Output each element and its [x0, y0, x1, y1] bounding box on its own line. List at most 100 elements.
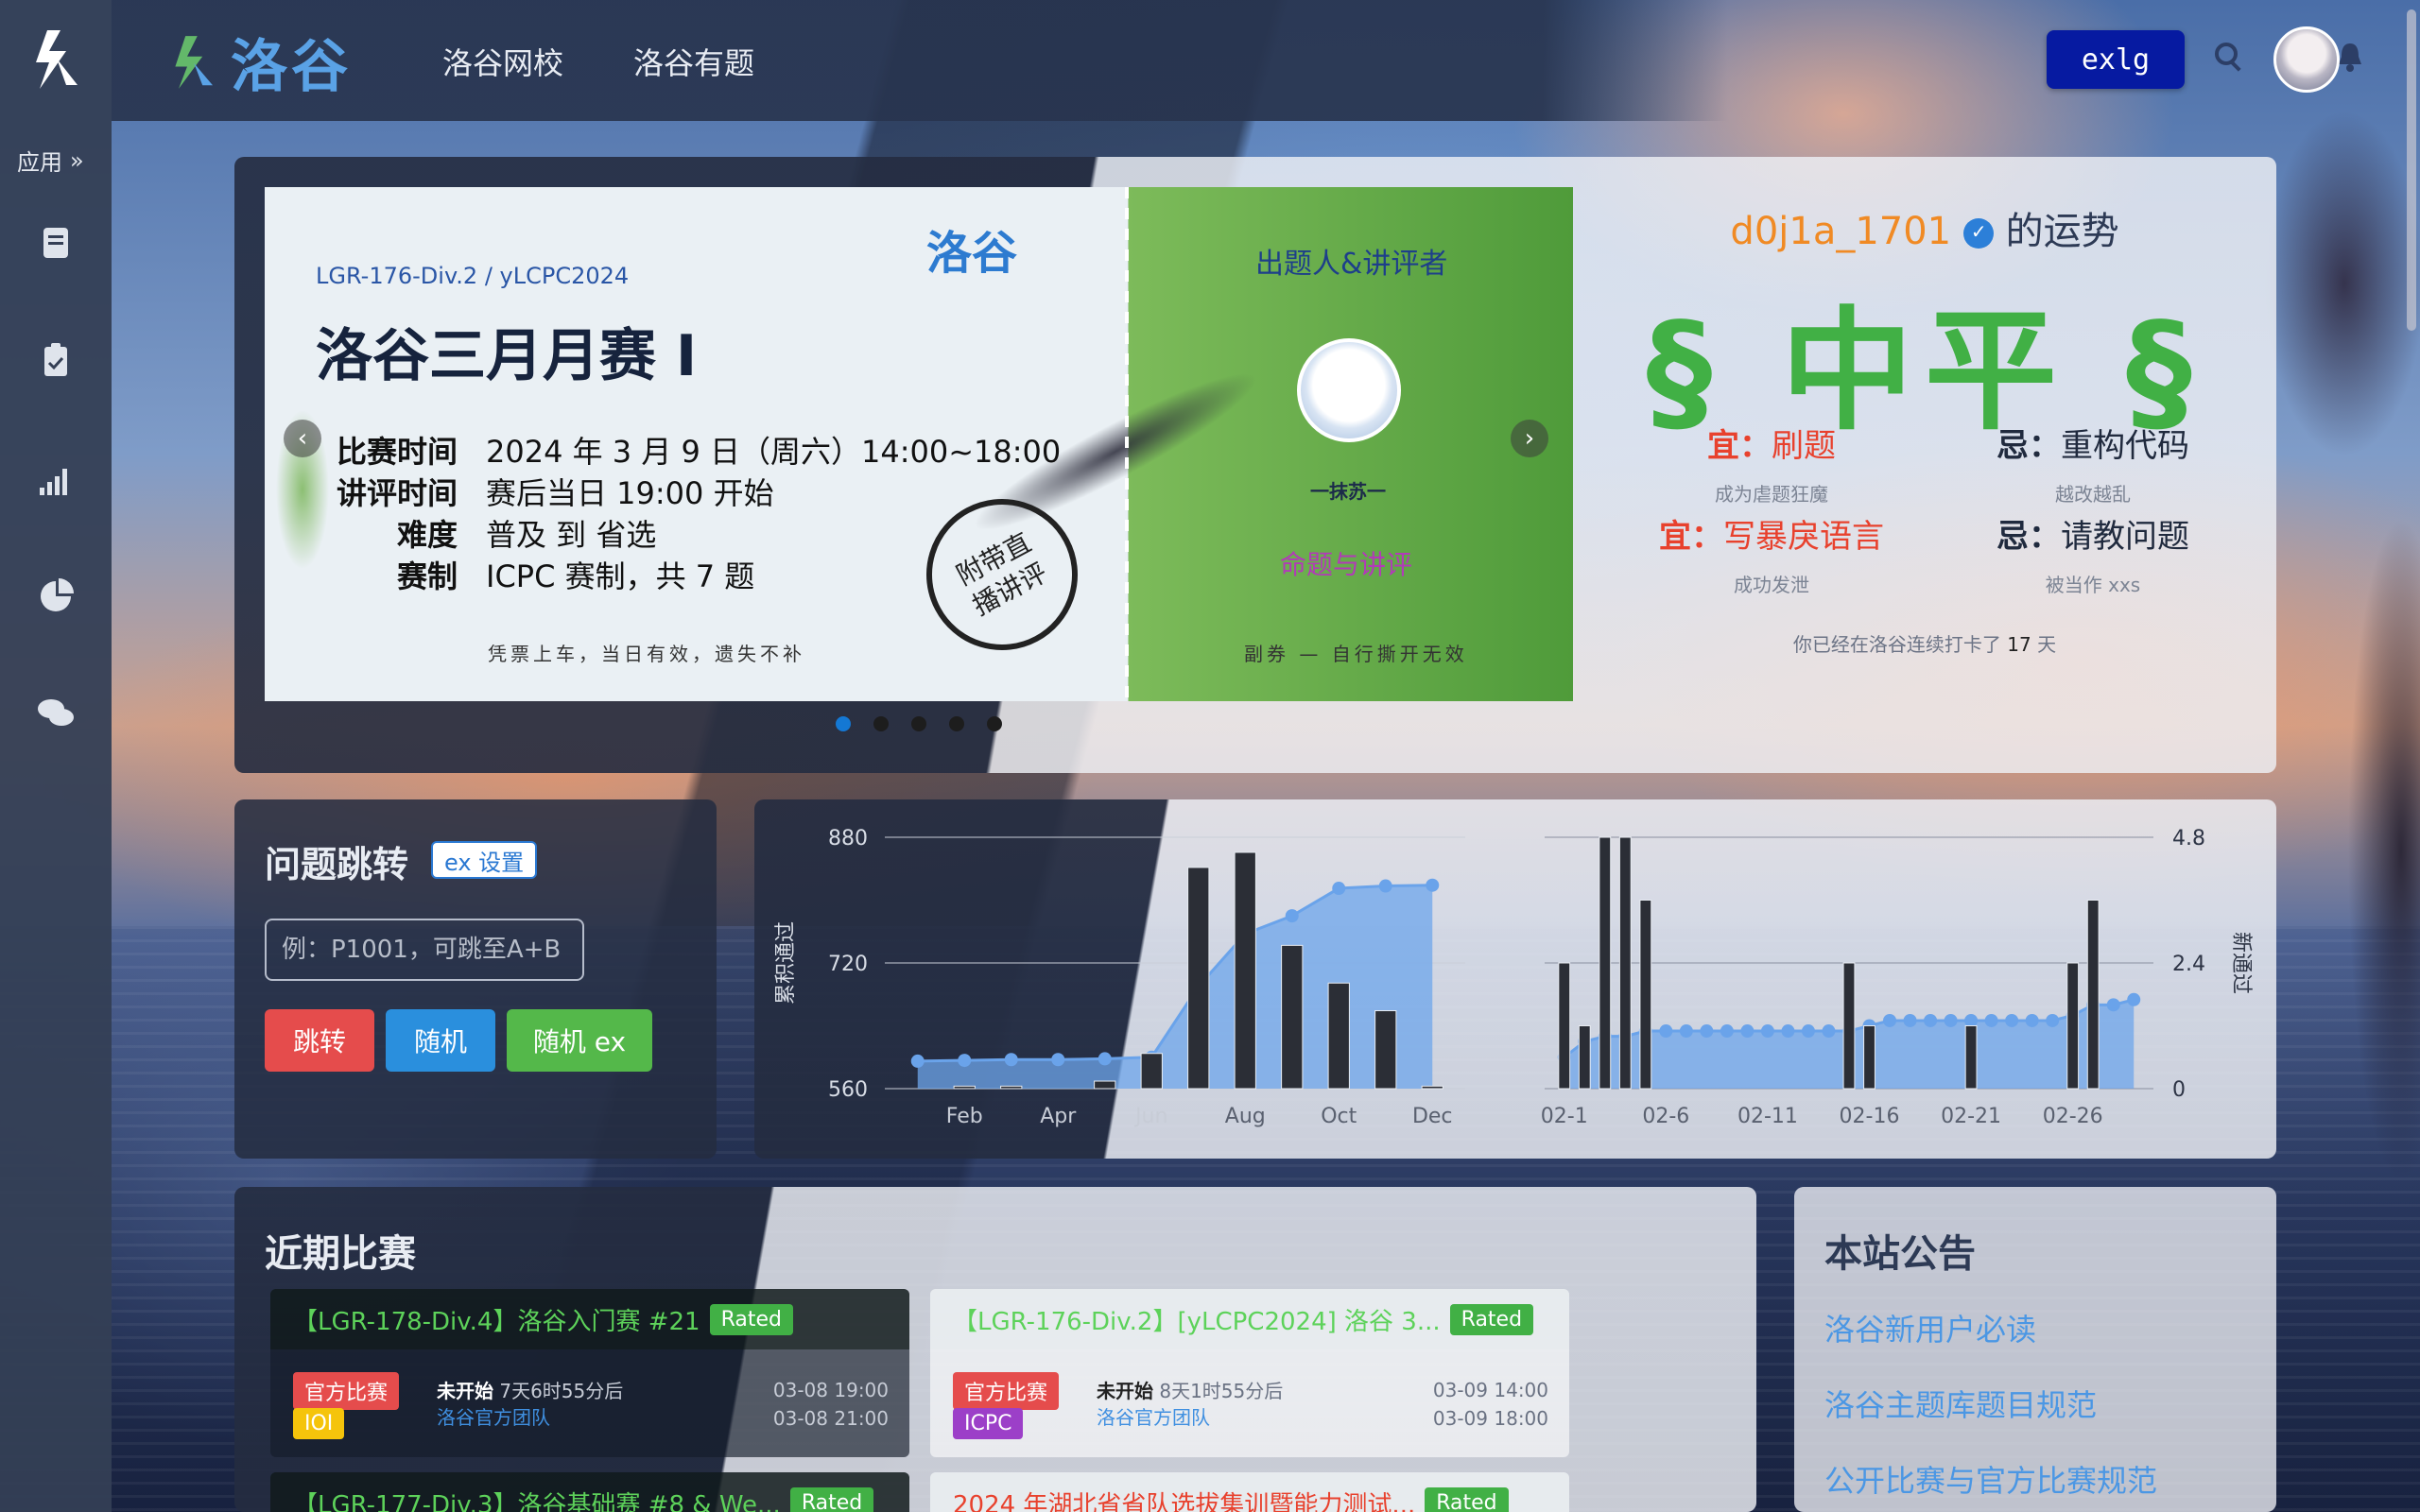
chart-area-point — [1740, 1024, 1754, 1039]
contest-item[interactable]: 2024 年湖北省省队选拔集训暨能力测试... Rated — [930, 1472, 1569, 1512]
chart-area-point — [1883, 1013, 1897, 1027]
countdown: 7天6时55分后 — [499, 1380, 624, 1402]
carousel-dot[interactable] — [836, 716, 851, 731]
chart-area-point — [958, 1054, 972, 1068]
chart-area-point — [2046, 1013, 2060, 1027]
contest-item[interactable]: 【LGR-178-Div.4】洛谷入门赛 #21 Rated 官方比赛 IOI … — [270, 1289, 909, 1457]
chart-area-point — [1051, 1053, 1065, 1067]
contest-title[interactable]: 2024 年湖北省省队选拔集训暨能力测试... Rated — [930, 1472, 1569, 1512]
exlg-button[interactable]: exlg — [2047, 30, 2185, 89]
random-ex-button[interactable]: 随机 ex — [507, 1009, 652, 1072]
announcements-card: 本站公告 洛谷新用户必读 洛谷主题库题目规范 公开比赛与官方比赛规范 — [1794, 1187, 2276, 1512]
carousel-prev-arrow-icon[interactable]: ‹ — [284, 420, 321, 457]
search-icon[interactable] — [2212, 40, 2246, 74]
chart-area-point — [1984, 1013, 1998, 1027]
chart-bar — [1421, 1085, 1443, 1090]
organizer-link[interactable]: 洛谷官方团队 — [1097, 1402, 1210, 1430]
rated-badge: Rated — [1425, 1486, 1509, 1512]
official-tag: 官方比赛 — [293, 1372, 400, 1410]
streak-days: 17 — [2007, 633, 2031, 656]
chart-bar — [1327, 982, 1350, 1090]
signal-bars-icon[interactable] — [36, 459, 76, 499]
announcement-link[interactable]: 公开比赛与官方比赛规范 — [1824, 1457, 2157, 1501]
nav-luogu-school[interactable]: 洛谷网校 — [442, 40, 563, 83]
chart-bar — [1558, 962, 1571, 1090]
jump-button[interactable]: 跳转 — [265, 1009, 374, 1072]
chart-x-tick-label: Feb — [946, 1105, 983, 1128]
comments-icon[interactable] — [36, 694, 76, 733]
fortune-value: 请教问题 — [2061, 518, 2189, 556]
carousel-dots — [836, 716, 1002, 731]
announce-title: 本站公告 — [1824, 1232, 1976, 1276]
contest-item[interactable]: 【LGR-177-Div.3】洛谷基础赛 #8 & We... Rated — [270, 1472, 909, 1512]
chart-bar — [1234, 851, 1256, 1090]
fortune-key: 宜： — [1707, 427, 1772, 465]
chart-bar — [1578, 1025, 1591, 1090]
author-caption: 命题与讲评 — [1280, 549, 1413, 580]
carousel-dot[interactable] — [987, 716, 1002, 731]
luogu-logo-icon[interactable] — [28, 26, 83, 93]
row-label: 比赛时间 — [336, 434, 458, 470]
contests-title: 近期比赛 — [265, 1232, 416, 1276]
carousel-dot[interactable] — [873, 716, 889, 731]
contest-title[interactable]: 【LGR-178-Div.4】洛谷入门赛 #21 Rated — [270, 1289, 909, 1349]
problem-jump-card: 问题跳转 ex 设置 跳转 随机 随机 ex — [234, 799, 717, 1159]
chart-area-point — [1378, 879, 1392, 893]
official-tag: 官方比赛 — [953, 1372, 1060, 1410]
contest-name: 【LGR-176-Div.2】[yLCPC2024] 洛谷 3... — [953, 1307, 1441, 1336]
carousel-next-arrow-icon[interactable]: › — [1511, 420, 1548, 457]
clipboard-icon[interactable] — [36, 340, 76, 380]
contest-item[interactable]: 【LGR-176-Div.2】[yLCPC2024] 洛谷 3... Rated… — [930, 1289, 1569, 1457]
organizer-link[interactable]: 洛谷官方团队 — [437, 1402, 550, 1430]
chart-x-tick-label: 02-6 — [1642, 1105, 1689, 1128]
apps-menu-toggle[interactable]: 应用 » — [17, 144, 84, 177]
chart-x-tick-label: Dec — [1412, 1105, 1453, 1128]
contest-title[interactable]: 【LGR-177-Div.3】洛谷基础赛 #8 & We... Rated — [270, 1472, 909, 1512]
announcement-link[interactable]: 洛谷主题库题目规范 — [1824, 1382, 2097, 1425]
announcement-link[interactable]: 洛谷新用户必读 — [1824, 1306, 2036, 1349]
problem-id-input[interactable] — [265, 919, 584, 981]
practice-charts-card: 560 720 880 Feb Apr Jun Aug Oct Dec 累积通过 0 2.4 4.8 02… — [754, 799, 2276, 1159]
chart-bar — [1000, 1085, 1023, 1090]
double-chevron-right-icon: » — [70, 146, 84, 174]
jump-title: 问题跳转 — [265, 844, 409, 885]
chart-y-tick-label: 2.4 — [2172, 953, 2205, 976]
random-button[interactable]: 随机 — [386, 1009, 495, 1072]
fortune-item: 宜：写暴戾语言 成功发泄 — [1630, 510, 1913, 601]
contest-banner[interactable]: LGR-176-Div.2 / yLCPC2024 洛谷三月月赛 I 比赛时间 2… — [265, 187, 1573, 701]
ex-settings-tag[interactable]: ex 设置 — [431, 841, 538, 879]
checkin-streak: 你已经在洛谷连续打卡了 17 天 — [1573, 629, 2276, 657]
sidebar: 应用 » — [0, 0, 112, 1512]
chart-y-axis-label: 新通过 — [2229, 932, 2253, 994]
fortune-value: 刷题 — [1772, 427, 1836, 465]
contest-title[interactable]: 【LGR-176-Div.2】[yLCPC2024] 洛谷 3... Rated — [930, 1289, 1569, 1349]
chart-y-tick-label: 880 — [828, 827, 868, 850]
banner-footer-right: 副券 — 自行撕开无效 — [1244, 643, 1468, 665]
carousel-dot[interactable] — [949, 716, 964, 731]
user-avatar[interactable] — [2273, 26, 2340, 93]
fortune-value: 重构代码 — [2061, 427, 2189, 465]
apps-label: 应用 — [17, 149, 62, 176]
chart-bar — [1374, 1010, 1397, 1090]
chart-area-point — [1781, 1024, 1795, 1039]
page-scrollbar[interactable] — [2407, 9, 2416, 331]
contest-name: 【LGR-178-Div.4】洛谷入门赛 #21 — [293, 1307, 700, 1336]
chart-area-point — [1098, 1052, 1112, 1066]
carousel-dot[interactable] — [911, 716, 926, 731]
chart-bar — [1842, 962, 1856, 1090]
chart-bar — [1964, 1025, 1978, 1090]
username-link[interactable]: d0j1a_1701 — [1730, 210, 1951, 253]
banner-author-title: 出题人&讲评者 — [1255, 248, 1448, 281]
pie-chart-icon[interactable] — [36, 576, 76, 616]
rated-badge: Rated — [1449, 1303, 1534, 1335]
chart-area-point — [2127, 992, 2141, 1006]
contest-name: 【LGR-177-Div.3】洛谷基础赛 #8 & We... — [293, 1490, 781, 1512]
nav-luogu-youti[interactable]: 洛谷有题 — [633, 40, 754, 83]
fortune-item: 忌：请教问题 被当作 xxs — [1951, 510, 2235, 601]
chart-area-point — [1903, 1013, 1917, 1027]
rated-badge: Rated — [709, 1303, 794, 1335]
book-icon[interactable] — [36, 223, 76, 263]
verified-badge-icon — [1962, 218, 1994, 249]
author-avatar — [1297, 338, 1401, 442]
brand-home-link[interactable]: 洛谷 — [170, 21, 352, 103]
